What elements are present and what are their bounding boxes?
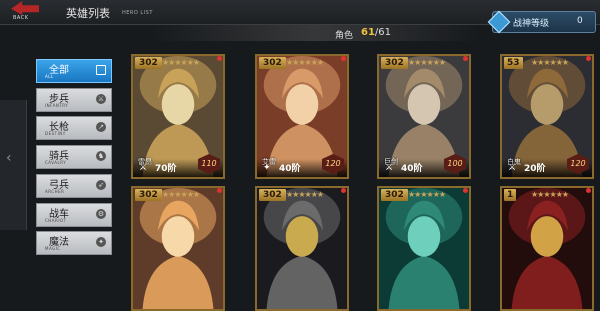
page-subtitle: HERO LIST: [122, 10, 153, 16]
filter-all[interactable]: 全部 ALL: [36, 59, 112, 83]
star-row-icon: ★★★★★★: [162, 190, 200, 199]
filter-sublabel: ARCHER: [45, 189, 65, 194]
notification-dot: [341, 56, 346, 61]
hero-portrait: [133, 188, 223, 309]
hero-level: 302: [381, 189, 408, 201]
square-icon: [96, 65, 106, 75]
hero-count-total: /61: [374, 27, 392, 38]
star-row-icon: ★★★★★★: [531, 58, 569, 67]
notification-dot: [463, 56, 468, 61]
hero-level: 53: [504, 57, 523, 69]
hero-count-value: 61/61: [361, 27, 391, 38]
hero-count-current: 61: [361, 27, 375, 38]
hero-level: 302: [259, 189, 286, 201]
rank-value: 0: [577, 16, 583, 26]
hero-rank: 20阶: [524, 164, 546, 174]
chevron-left-icon: ‹: [6, 150, 12, 166]
star-row-icon: ★★★★★★: [286, 58, 324, 67]
filter-infantry[interactable]: 步兵 INFANTRY ⚔: [36, 88, 112, 112]
hero-level: 302: [135, 57, 162, 69]
hero-portrait: [257, 188, 347, 309]
chariot-icon: ⚙: [96, 209, 106, 219]
hero-card[interactable]: 302 ★★★★★★ 雷昂 ⚔ 70阶 110: [131, 54, 225, 179]
notification-dot: [217, 188, 222, 193]
star-row-icon: ★★★★★★: [408, 58, 446, 67]
hero-rank: 70阶: [155, 164, 177, 174]
notification-dot: [341, 188, 346, 193]
diamond-icon: [487, 10, 511, 34]
weapon-icon: ⚔: [385, 163, 394, 173]
filter-sublabel: MAGIC: [45, 246, 61, 251]
bow-icon: ➶: [96, 180, 106, 190]
hero-card[interactable]: 302 ★★★★★★ 艾雷 ✦ 40阶 120: [255, 54, 349, 179]
filter-sublabel: INFANTRY: [45, 103, 69, 108]
back-label: BACK: [13, 15, 29, 21]
filter-chariot[interactable]: 战车 CHARIOT ⚙: [36, 203, 112, 227]
filter-sublabel: CHARIOT: [45, 218, 67, 223]
horse-icon: ♞: [96, 151, 106, 161]
weapon-icon: ⚔: [139, 163, 148, 173]
hero-portrait: [379, 188, 469, 309]
sword-icon: ⚔: [96, 94, 106, 104]
filter-sublabel: ALL: [45, 74, 54, 79]
star-row-icon: ★★★★★★: [162, 58, 200, 67]
filter-sublabel: DESTINY: [45, 131, 66, 136]
hero-level: 302: [135, 189, 162, 201]
weapon-icon: ⚔: [508, 163, 517, 173]
hero-card[interactable]: 302 ★★★★★★: [377, 186, 471, 311]
hero-count-label: 角色: [335, 31, 354, 41]
hero-level: 302: [259, 57, 286, 69]
back-button[interactable]: BACK: [2, 0, 52, 24]
hero-card[interactable]: 1 ★★★★★★: [500, 186, 594, 311]
hero-card[interactable]: 302 ★★★★★★: [255, 186, 349, 311]
side-drawer-handle[interactable]: ‹: [0, 100, 27, 230]
notification-dot: [586, 56, 591, 61]
war-god-rank-button[interactable]: 战神等级 0: [487, 10, 596, 34]
star-row-icon: ★★★★★★: [531, 190, 569, 199]
notification-dot: [586, 188, 591, 193]
notification-dot: [217, 56, 222, 61]
hero-portrait: [502, 188, 592, 309]
hero-rank: 40阶: [279, 164, 301, 174]
weapon-icon: ✦: [263, 163, 271, 173]
hero-level: 1: [504, 189, 517, 201]
filter-spear[interactable]: 长枪 DESTINY ↗: [36, 116, 112, 140]
page-title: 英雄列表: [66, 7, 110, 20]
hero-rank: 40阶: [401, 164, 423, 174]
rank-label: 战神等级: [513, 19, 550, 29]
magic-icon: ✦: [96, 237, 106, 247]
star-row-icon: ★★★★★★: [286, 190, 324, 199]
notification-dot: [463, 188, 468, 193]
filter-archer[interactable]: 弓兵 ARCHER ➶: [36, 174, 112, 198]
hero-card[interactable]: 302 ★★★★★★ 巨剑 ⚔ 40阶 100: [377, 54, 471, 179]
hero-card[interactable]: 53 ★★★★★★ 白鬼 ⚔ 20阶 120: [500, 54, 594, 179]
spear-icon: ↗: [96, 122, 106, 132]
filter-sublabel: CAVALRY: [45, 160, 67, 165]
hero-count-bar: [150, 25, 480, 41]
back-arrow-icon: [11, 1, 39, 15]
filter-cavalry[interactable]: 骑兵 CAVALRY ♞: [36, 145, 112, 169]
hero-card[interactable]: 302 ★★★★★★: [131, 186, 225, 311]
hero-level: 302: [381, 57, 408, 69]
troop-filter-list: 全部 ALL 步兵 INFANTRY ⚔ 长枪 DESTINY ↗ 骑兵 CAV…: [31, 53, 112, 261]
filter-magic[interactable]: 魔法 MAGIC ✦: [36, 231, 112, 255]
star-row-icon: ★★★★★★: [408, 190, 446, 199]
